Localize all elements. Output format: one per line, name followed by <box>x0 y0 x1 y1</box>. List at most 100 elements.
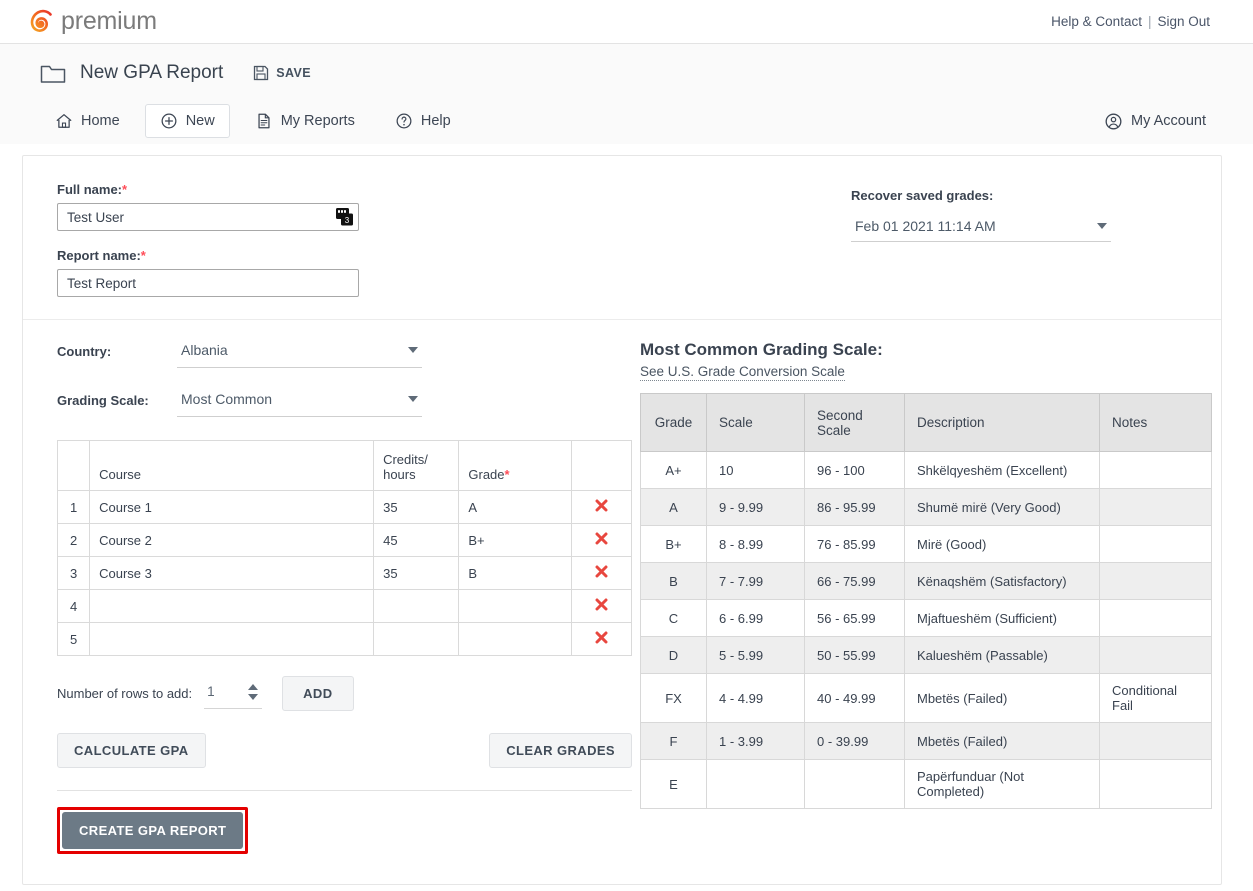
grading-scale-title: Most Common Grading Scale: <box>640 340 1212 360</box>
row-credits[interactable] <box>374 590 459 623</box>
scale-grade: F <box>641 723 707 760</box>
nav-label-my-account: My Account <box>1131 113 1206 129</box>
row-course-name[interactable]: Course 1 <box>90 491 374 524</box>
stepper-arrows[interactable] <box>248 684 262 700</box>
grading-scale-pane: Most Common Grading Scale: See U.S. Grad… <box>632 320 1240 854</box>
scale-scale: 9 - 9.99 <box>707 489 805 526</box>
col-header-index <box>58 441 90 491</box>
rows-to-add-row: Number of rows to add: 1 ADD <box>57 676 632 711</box>
col-header-credits: Credits/ hours <box>374 441 459 491</box>
full-name-input[interactable] <box>57 203 359 231</box>
row-credits[interactable] <box>374 623 459 656</box>
row-grade[interactable] <box>459 623 571 656</box>
us-grade-conversion-link[interactable]: See U.S. Grade Conversion Scale <box>640 364 845 381</box>
add-rows-button[interactable]: ADD <box>282 676 353 711</box>
scale-second <box>805 760 905 809</box>
delete-x-icon[interactable] <box>595 499 608 512</box>
scale-grade: FX <box>641 674 707 723</box>
row-credits[interactable]: 35 <box>374 557 459 590</box>
caret-up-icon[interactable] <box>248 684 258 690</box>
col-header-credits-line2: hours <box>383 467 416 482</box>
scale-grade: A+ <box>641 452 707 489</box>
country-value: Albania <box>181 342 228 358</box>
nav-item-home[interactable]: Home <box>40 104 135 138</box>
scale-grade: D <box>641 637 707 674</box>
home-icon <box>55 112 73 130</box>
delete-x-icon[interactable] <box>595 532 608 545</box>
scale-scale: 6 - 6.99 <box>707 600 805 637</box>
scale-scale: 10 <box>707 452 805 489</box>
col-header-grade-text: Grade <box>468 467 504 482</box>
gpa-form-card: Full name:* 3 Report name:* <box>22 155 1222 885</box>
row-delete-cell[interactable] <box>571 590 631 623</box>
scale-notes <box>1100 452 1212 489</box>
country-select[interactable]: Albania <box>177 342 422 368</box>
delete-x-icon[interactable] <box>595 565 608 578</box>
nav-item-my-account[interactable]: My Account <box>1089 104 1225 139</box>
help-contact-link[interactable]: Help & Contact <box>1051 14 1142 29</box>
create-gpa-report-button[interactable]: CREATE GPA REPORT <box>62 812 243 849</box>
row-course-name[interactable]: Course 2 <box>90 524 374 557</box>
nav-item-my-reports[interactable]: My Reports <box>240 104 370 138</box>
scale-notes <box>1100 600 1212 637</box>
top-bar-links: Help & Contact | Sign Out <box>1051 14 1235 29</box>
chevron-down-icon <box>408 396 418 402</box>
scale-second: 0 - 39.99 <box>805 723 905 760</box>
scale-second: 76 - 85.99 <box>805 526 905 563</box>
scale-notes <box>1100 637 1212 674</box>
brand-logo-area[interactable]: premium <box>28 9 157 35</box>
table-row: A 9 - 9.99 86 - 95.99 Shumë mirë (Very G… <box>641 489 1212 526</box>
caret-down-icon[interactable] <box>248 694 258 700</box>
row-delete-cell[interactable] <box>571 491 631 524</box>
row-index: 3 <box>58 557 90 590</box>
row-delete-cell[interactable] <box>571 524 631 557</box>
second-scale-line1: Second <box>817 408 863 423</box>
rows-to-add-value: 1 <box>204 684 215 699</box>
question-circle-icon <box>395 112 413 130</box>
names-section: Full name:* 3 Report name:* <box>23 156 1221 320</box>
table-row: 2 Course 2 45 B+ <box>58 524 632 557</box>
row-delete-cell[interactable] <box>571 557 631 590</box>
grading-scale-select[interactable]: Most Common <box>177 391 422 417</box>
nav-label-new: New <box>186 113 215 129</box>
scale-col-notes: Notes <box>1100 394 1212 452</box>
page-title: New GPA Report <box>80 62 223 84</box>
nav-item-help[interactable]: Help <box>380 104 466 138</box>
table-row: B+ 8 - 8.99 76 - 85.99 Mirë (Good) <box>641 526 1212 563</box>
nav-item-new[interactable]: New <box>145 104 230 138</box>
autofill-badge-icon[interactable]: 3 <box>335 207 355 227</box>
user-circle-icon <box>1104 112 1123 131</box>
calculate-gpa-button[interactable]: CALCULATE GPA <box>57 733 206 768</box>
delete-x-icon[interactable] <box>595 598 608 611</box>
second-scale-line2: Scale <box>817 423 851 438</box>
scale-notes <box>1100 723 1212 760</box>
table-row: FX 4 - 4.99 40 - 49.99 Mbetës (Failed) C… <box>641 674 1212 723</box>
report-name-input[interactable] <box>57 269 359 297</box>
scale-grade: C <box>641 600 707 637</box>
row-credits[interactable]: 45 <box>374 524 459 557</box>
row-course-name[interactable] <box>90 590 374 623</box>
delete-x-icon[interactable] <box>595 631 608 644</box>
scale-second: 40 - 49.99 <box>805 674 905 723</box>
row-credits[interactable]: 35 <box>374 491 459 524</box>
rows-to-add-stepper[interactable]: 1 <box>204 679 262 709</box>
row-course-name[interactable]: Course 3 <box>90 557 374 590</box>
scale-description: Mjaftueshëm (Sufficient) <box>905 600 1100 637</box>
row-grade[interactable]: A <box>459 491 571 524</box>
nav-label-help: Help <box>421 113 451 129</box>
scale-second: 86 - 95.99 <box>805 489 905 526</box>
row-grade[interactable] <box>459 590 571 623</box>
row-grade[interactable]: B+ <box>459 524 571 557</box>
save-button[interactable]: SAVE <box>253 65 311 81</box>
row-index: 2 <box>58 524 90 557</box>
clear-grades-button[interactable]: CLEAR GRADES <box>489 733 632 768</box>
row-delete-cell[interactable] <box>571 623 631 656</box>
recover-saved-grades-select[interactable]: Feb 01 2021 11:14 AM <box>851 218 1111 242</box>
section-divider <box>57 790 632 791</box>
table-row: A+ 10 96 - 100 Shkëlqyeshëm (Excellent) <box>641 452 1212 489</box>
scale-description: Kënaqshëm (Satisfactory) <box>905 563 1100 600</box>
sign-out-link[interactable]: Sign Out <box>1157 14 1210 29</box>
save-label: SAVE <box>276 66 311 80</box>
row-course-name[interactable] <box>90 623 374 656</box>
row-grade[interactable]: B <box>459 557 571 590</box>
